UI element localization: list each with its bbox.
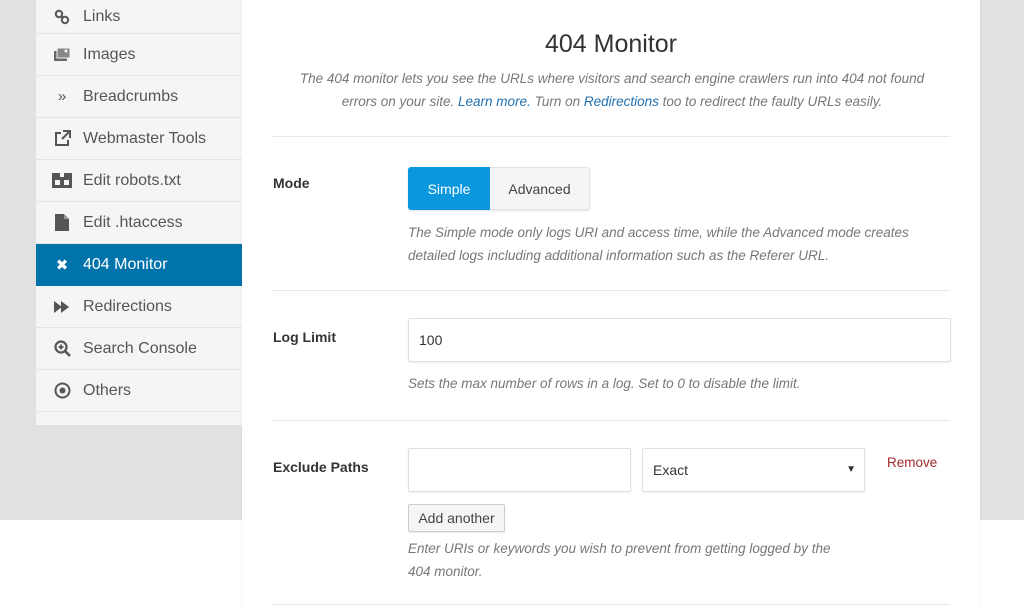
match-type-select[interactable]: Exact ▼ <box>642 448 865 492</box>
sidebar-item-label: 404 Monitor <box>83 255 168 273</box>
mode-simple-button[interactable]: Simple <box>408 167 490 210</box>
sidebar-item-label: Images <box>83 45 136 63</box>
exclude-paths-label: Exclude Paths <box>273 459 369 475</box>
redirections-link[interactable]: Redirections <box>584 94 659 109</box>
divider <box>272 136 950 137</box>
close-icon: ✖ <box>55 256 69 274</box>
fast-forward-icon <box>52 298 72 316</box>
mode-description: The Simple mode only logs URI and access… <box>408 225 909 263</box>
log-limit-label: Log Limit <box>273 329 336 345</box>
sidebar-item-label: Others <box>83 381 132 399</box>
sidebar-item-label: Breadcrumbs <box>83 87 179 105</box>
sidebar-item-edit-robots[interactable]: Edit robots.txt <box>36 160 242 202</box>
link-icon <box>52 8 72 26</box>
intro-text: too to redirect the faulty URLs easily. <box>658 94 883 109</box>
log-limit-description: Sets the max number of rows in a log. Se… <box>408 376 801 391</box>
robot-icon <box>52 172 72 190</box>
mode-label: Mode <box>273 175 310 191</box>
sidebar-item-label: Edit robots.txt <box>83 171 181 189</box>
exclude-path-input[interactable] <box>408 448 631 492</box>
sidebar-item-404-monitor[interactable]: ✖ 404 Monitor <box>36 244 242 286</box>
sidebar-item-label: Edit .htaccess <box>83 213 183 231</box>
sidebar-item-webmaster-tools[interactable]: Webmaster Tools <box>36 118 242 160</box>
sidebar-item-label: Search Console <box>83 339 197 357</box>
learn-more-link[interactable]: Learn more. <box>458 94 531 109</box>
sidebar-item-search-console[interactable]: Search Console <box>36 328 242 370</box>
mode-advanced-button[interactable]: Advanced <box>490 167 590 210</box>
sidebar-item-label: Links <box>83 7 121 25</box>
log-limit-input[interactable]: 100 <box>408 318 951 362</box>
sidebar-item-label: Redirections <box>83 297 172 315</box>
sidebar-item-links[interactable]: Links <box>36 0 242 34</box>
add-another-button[interactable]: Add another <box>408 504 505 532</box>
divider <box>272 420 950 421</box>
exclude-paths-description: Enter URIs or keywords you wish to preve… <box>408 541 831 579</box>
sidebar-item-images[interactable]: Images <box>36 34 242 76</box>
divider <box>272 604 950 605</box>
sidebar-item-redirections[interactable]: Redirections <box>36 286 242 328</box>
sidebar-item-breadcrumbs[interactable]: » Breadcrumbs <box>36 76 242 118</box>
match-type-value: Exact <box>653 462 689 478</box>
external-link-icon <box>52 130 72 148</box>
sidebar-item-label: Webmaster Tools <box>83 129 207 147</box>
settings-panel: 404 Monitor The 404 monitor lets you see… <box>242 0 980 608</box>
intro-text: Turn on <box>530 94 584 109</box>
mode-toggle: Simple Advanced <box>408 167 590 210</box>
file-icon <box>52 214 72 232</box>
chevron-down-icon: ▼ <box>846 464 856 475</box>
double-chevron-right-icon: » <box>57 88 67 105</box>
sidebar-item-others[interactable]: Others <box>36 370 242 412</box>
remove-path-link[interactable]: Remove <box>887 455 937 470</box>
search-zoom-icon <box>52 340 72 358</box>
page-title: 404 Monitor <box>544 30 678 58</box>
images-icon <box>52 46 72 64</box>
sidebar-item-edit-htaccess[interactable]: Edit .htaccess <box>36 202 242 244</box>
divider <box>272 290 950 291</box>
settings-sidebar: Links Images » Breadcrumbs Webmaster Too… <box>36 0 242 425</box>
page-description: The 404 monitor lets you see the URLs wh… <box>282 67 942 113</box>
dot-circle-icon <box>52 382 72 400</box>
